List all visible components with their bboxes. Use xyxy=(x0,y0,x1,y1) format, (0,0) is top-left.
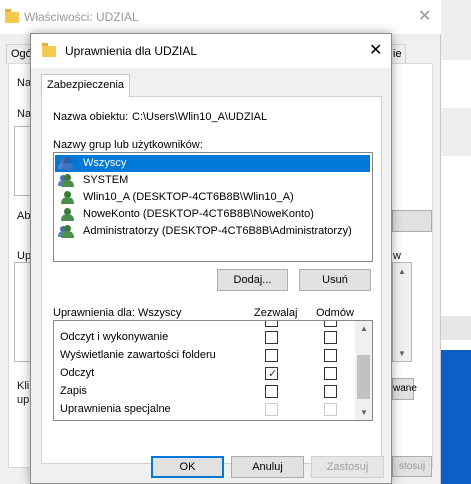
user-name: Wszyscy xyxy=(83,157,127,169)
permission-row: Odczyt i wykonywanie xyxy=(60,328,360,346)
object-name-value: C:\Users\Wlin10_A\UDZIAL xyxy=(132,111,268,123)
background-close-icon[interactable]: ✕ xyxy=(418,6,431,26)
group-icon xyxy=(58,157,76,170)
allow-checkbox-disabled xyxy=(265,403,278,416)
ok-button[interactable]: OK xyxy=(151,456,224,478)
add-button[interactable]: Dodaj... xyxy=(217,269,288,291)
user-name: Administratorzy (DESKTOP-4CT6B8B\Adminis… xyxy=(83,225,352,237)
user-name: Wlin10_A (DESKTOP-4CT6B8B\Wlin10_A) xyxy=(83,191,294,203)
background-label-names: Na xyxy=(17,108,32,120)
background-apply-button[interactable]: stosuj xyxy=(392,456,432,477)
cancel-button[interactable]: Anuluj xyxy=(231,456,304,478)
user-icon xyxy=(60,191,76,204)
permission-name: Odczyt xyxy=(60,367,95,379)
dialog-titlebar: Uprawnienia dla UDZIAL ✕ xyxy=(31,34,391,68)
permissions-dialog: Uprawnienia dla UDZIAL ✕ Zabezpieczenia … xyxy=(30,33,392,484)
permissions-list[interactable]: Odczyt i wykonywanie Wyświetlanie zawart… xyxy=(53,320,373,421)
apply-button[interactable]: Zastosuj xyxy=(311,456,384,478)
group-icon xyxy=(58,174,76,187)
scroll-up-icon[interactable]: ▲ xyxy=(360,324,368,333)
groups-users-label: Nazwy grup lub użytkowników: xyxy=(53,139,203,151)
permission-name: Zapis xyxy=(60,385,87,397)
background-scroll-down-icon: ▼ xyxy=(398,349,406,358)
permission-row: Odczyt xyxy=(60,364,360,382)
deny-column-header: Odmów xyxy=(316,307,354,319)
allow-checkbox[interactable] xyxy=(265,385,278,398)
permission-row: Uprawnienia specjalne xyxy=(60,400,360,418)
user-name: NoweKonto (DESKTOP-4CT6B8B\NoweKonto) xyxy=(83,208,314,220)
deny-checkbox[interactable] xyxy=(324,349,337,362)
allow-checkbox-partial[interactable] xyxy=(265,321,278,327)
background-label-up: Up xyxy=(17,250,32,262)
permission-name: Odczyt i wykonywanie xyxy=(60,331,169,343)
background-label-name: Na xyxy=(17,77,32,89)
permission-row: Zapis xyxy=(60,382,360,400)
allow-checkbox[interactable]: ✓ xyxy=(265,367,278,380)
list-item-user[interactable]: NoweKonto (DESKTOP-4CT6B8B\NoweKonto) xyxy=(55,206,370,223)
desktop-strip-mid xyxy=(441,108,471,156)
scrollbar-thumb[interactable] xyxy=(357,355,370,399)
folder-icon xyxy=(42,43,56,57)
checkmark-icon: ✓ xyxy=(268,368,278,380)
list-item-user[interactable]: Wszyscy xyxy=(55,155,370,172)
background-tab-general[interactable]: Ogó xyxy=(6,44,32,64)
background-advanced-button[interactable]: wane xyxy=(392,378,417,400)
object-name-label: Nazwa obiektu: xyxy=(53,111,129,123)
folder-icon xyxy=(5,9,19,23)
deny-checkbox[interactable] xyxy=(324,385,337,398)
background-edit-button[interactable] xyxy=(392,210,432,232)
allow-checkbox[interactable] xyxy=(265,331,278,344)
deny-checkbox[interactable] xyxy=(324,367,337,380)
deny-checkbox-partial[interactable] xyxy=(324,321,337,327)
user-icon xyxy=(60,208,76,221)
dialog-title: Uprawnienia dla UDZIAL xyxy=(65,44,198,58)
group-icon xyxy=(58,225,76,238)
allow-column-header: Zezwalaj xyxy=(254,307,298,319)
permissions-scrollbar[interactable]: ▲ ▼ xyxy=(355,321,372,420)
permission-name: Wyświetlanie zawartości folderu xyxy=(60,349,216,361)
background-scroll-up-icon: ▲ xyxy=(398,267,406,276)
tab-security[interactable]: Zabezpieczenia xyxy=(41,74,131,97)
background-label-ab: Ab xyxy=(17,210,31,222)
deny-checkbox-disabled xyxy=(324,403,337,416)
background-title: Właściwości: UDZIAL xyxy=(24,10,139,24)
background-titlebar: Właściwości: UDZIAL ✕ xyxy=(0,0,441,34)
list-item-user[interactable]: SYSTEM xyxy=(55,172,370,189)
list-item-user[interactable]: Administratorzy (DESKTOP-4CT6B8B\Adminis… xyxy=(55,223,370,240)
desktop-accent xyxy=(441,350,471,484)
remove-button[interactable]: Usuń xyxy=(299,269,371,291)
permissions-for-label: Uprawnienia dla: Wszyscy xyxy=(53,307,182,319)
background-label-w: w xyxy=(393,250,401,262)
dialog-close-icon[interactable]: ✕ xyxy=(369,40,382,60)
scroll-down-icon[interactable]: ▼ xyxy=(360,408,368,417)
permission-name: Uprawnienia specjalne xyxy=(60,403,171,415)
background-scrollbar: ▲ ▼ xyxy=(392,262,412,362)
user-name: SYSTEM xyxy=(83,174,129,186)
deny-checkbox[interactable] xyxy=(324,331,337,344)
desktop-strip-lower xyxy=(441,316,471,340)
list-item-user[interactable]: Wlin10_A (DESKTOP-4CT6B8B\Wlin10_A) xyxy=(55,189,370,206)
desktop-strip-top xyxy=(441,0,471,60)
allow-checkbox[interactable] xyxy=(265,349,278,362)
security-tab-panel: Nazwa obiektu: C:\Users\Wlin10_A\UDZIAL … xyxy=(41,96,382,464)
permission-row: Wyświetlanie zawartości folderu xyxy=(60,346,360,364)
users-listbox[interactable]: Wszyscy SYSTEM Wlin10_A (DESKTOP-4CT6B8B… xyxy=(53,152,373,262)
